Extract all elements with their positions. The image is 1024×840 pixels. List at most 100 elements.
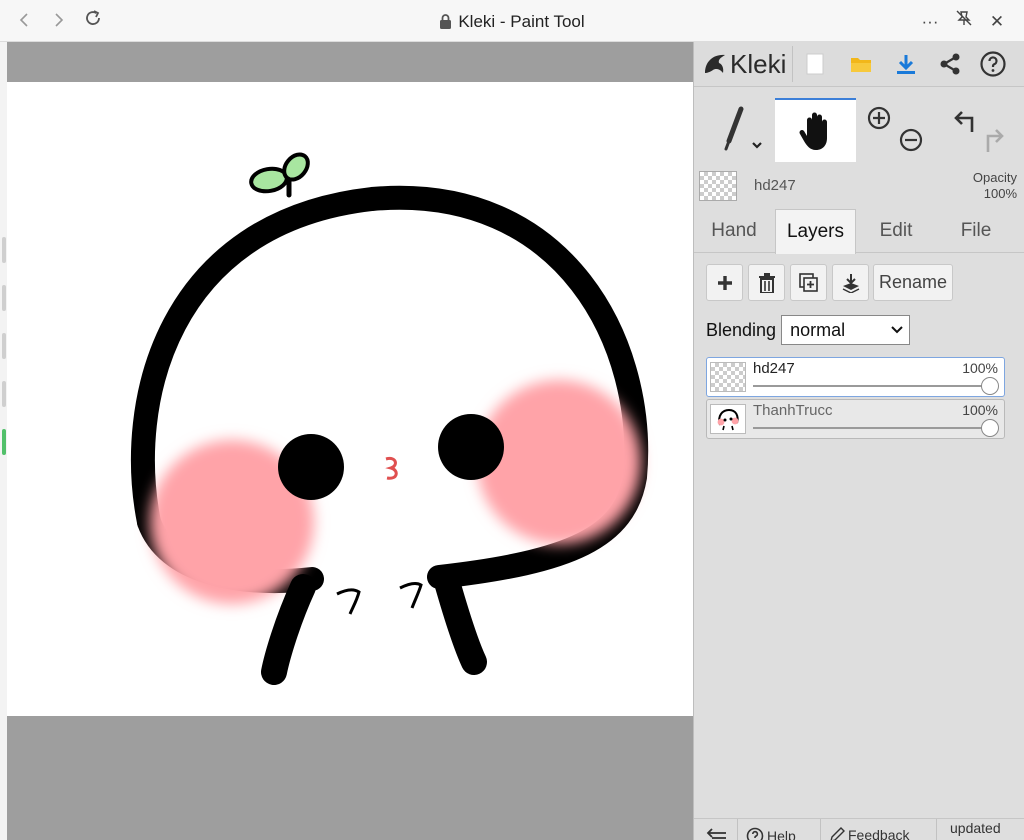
layer-opacity-slider[interactable] — [753, 427, 989, 429]
brush-icon — [724, 106, 762, 151]
blending-label: Blending — [706, 319, 777, 340]
delete-layer-button[interactable] — [748, 264, 785, 301]
logo-text: Kleki — [730, 48, 787, 79]
artwork — [130, 152, 649, 685]
layer-opacity: 100% — [962, 402, 998, 418]
feedback-link[interactable]: Feedback — [829, 827, 909, 840]
lock-icon — [440, 14, 452, 29]
panel-tabs: Hand Layers Edit File — [694, 209, 1024, 254]
panel-footer: Help Feedback updated — [694, 818, 1024, 840]
edge-marker — [2, 237, 6, 263]
hand-tool-button[interactable] — [775, 98, 856, 162]
undo-redo-buttons — [939, 98, 1019, 162]
kleki-logo-icon — [705, 54, 725, 73]
blending-select[interactable]: normal — [781, 315, 911, 345]
browser-titlebar: Kleki - Paint Tool ··· ✕ — [0, 0, 1024, 42]
page-title: Kleki - Paint Tool — [0, 12, 1024, 32]
folder-icon — [851, 58, 871, 72]
opacity-value: 100% — [983, 186, 1017, 201]
open-folder-button[interactable] — [846, 49, 876, 79]
right-cheek — [477, 380, 641, 544]
zoom-buttons — [859, 98, 929, 162]
undo-redo-icon[interactable] — [944, 104, 1014, 156]
top-toolbar: Kleki — [694, 42, 1024, 87]
finger-stroke-left — [336, 588, 361, 615]
right-arm — [434, 569, 487, 675]
more-icon: ··· — [921, 12, 939, 31]
save-button[interactable] — [891, 49, 921, 79]
finger-stroke-right — [399, 582, 423, 609]
side-panel: Kleki hd247 Opacity 100% Hand Layers Edi… — [693, 42, 1024, 840]
layer-thumbnail — [710, 404, 746, 434]
merge-down-button[interactable] — [832, 264, 869, 301]
layer-name: ThanhTrucc — [753, 402, 833, 419]
right-eye — [438, 414, 504, 480]
edge-marker-active — [2, 429, 6, 455]
merge-down-icon — [842, 273, 859, 293]
updated-link[interactable]: updated — [950, 820, 1001, 836]
canvas-workspace[interactable] — [7, 42, 693, 840]
tab-layers[interactable]: Layers — [775, 209, 856, 254]
trash-icon — [758, 272, 775, 293]
new-image-button[interactable] — [800, 49, 830, 79]
current-layer-thumbnail — [699, 171, 737, 201]
zoom-in-icon[interactable] — [863, 104, 925, 156]
blending-row: Blending normal — [706, 314, 911, 346]
divider — [820, 819, 821, 840]
tab-file[interactable]: File — [936, 209, 1016, 253]
drawing-canvas[interactable] — [7, 82, 693, 716]
tab-edit[interactable]: Edit — [856, 209, 936, 253]
collapse-panel-button[interactable] — [706, 827, 728, 840]
help-icon — [746, 827, 764, 840]
more-button[interactable]: ··· — [917, 9, 943, 35]
current-layer-info: hd247 Opacity 100% — [694, 165, 1024, 205]
unpin-icon — [956, 10, 972, 26]
divider — [737, 819, 738, 840]
kleki-logo[interactable]: Kleki — [702, 49, 786, 79]
duplicate-layer-button[interactable] — [790, 264, 827, 301]
close-icon: ✕ — [989, 12, 1005, 31]
download-icon — [897, 55, 915, 74]
divider — [792, 46, 793, 82]
tool-row — [694, 98, 1024, 164]
feedback-label: Feedback — [848, 827, 910, 840]
blending-value: normal — [790, 319, 846, 340]
new-page-icon — [806, 53, 824, 75]
duplicate-icon — [798, 272, 818, 292]
layer-opacity-knob[interactable] — [981, 419, 999, 437]
layer-opacity-knob[interactable] — [981, 377, 999, 395]
plus-icon — [717, 275, 732, 290]
layer-opacity: 100% — [962, 360, 998, 376]
help-button[interactable] — [978, 49, 1008, 79]
tab-hand[interactable]: Hand — [694, 209, 774, 253]
left-arm — [261, 574, 316, 685]
current-layer-name: hd247 — [754, 177, 796, 194]
close-button[interactable]: ✕ — [984, 9, 1010, 35]
opacity-label: Opacity — [972, 170, 1017, 185]
unpin-button[interactable] — [951, 9, 977, 35]
layer-item[interactable]: hd247 100% — [706, 357, 1005, 397]
share-icon — [940, 53, 960, 75]
hand-icon — [799, 112, 827, 150]
help-icon — [980, 51, 1006, 77]
layer-opacity-slider[interactable] — [753, 385, 989, 387]
opacity-readout: Opacity 100% — [973, 170, 1017, 202]
help-label: Help — [767, 828, 796, 840]
left-eye — [278, 434, 344, 500]
left-edge-strip — [0, 42, 7, 840]
page-title-text: Kleki - Paint Tool — [458, 12, 585, 31]
arrows-left-icon — [706, 828, 726, 839]
add-layer-button[interactable] — [706, 264, 743, 301]
help-link[interactable]: Help — [746, 827, 796, 840]
layer-name: hd247 — [753, 360, 795, 377]
updated-label: updated — [950, 820, 1001, 836]
edge-marker — [2, 381, 6, 407]
layer-item[interactable]: ThanhTrucc 100% — [706, 399, 1005, 439]
pencil-icon — [830, 827, 845, 840]
mouth — [385, 456, 398, 480]
share-button[interactable] — [935, 49, 965, 79]
chevron-down-icon — [891, 326, 903, 334]
edge-marker — [2, 333, 6, 359]
brush-tool-button[interactable] — [704, 98, 774, 162]
rename-layer-button[interactable]: Rename — [873, 264, 953, 301]
